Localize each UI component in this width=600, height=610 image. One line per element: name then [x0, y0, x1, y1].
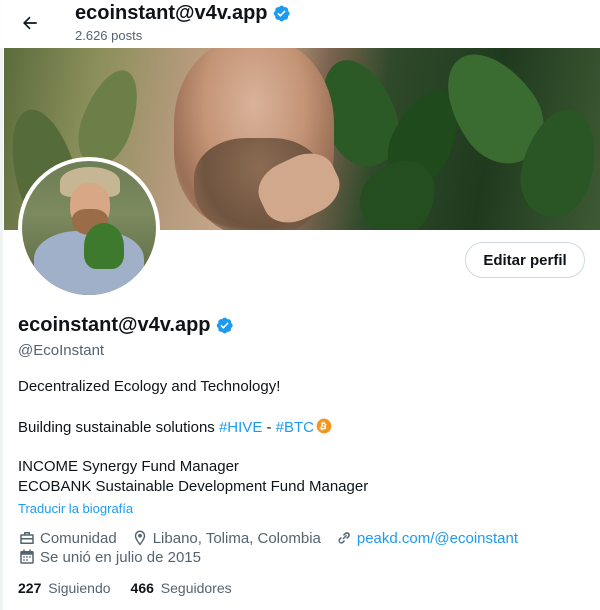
verified-badge-icon	[273, 5, 290, 22]
bio-separator: -	[262, 419, 276, 436]
verified-badge-icon[interactable]	[215, 316, 234, 335]
display-name-row: ecoinstant@v4v.app	[18, 314, 234, 337]
hashtag-hive-link[interactable]: #HIVE	[219, 419, 262, 436]
hashtag-btc-link[interactable]: #BTC	[276, 419, 314, 436]
location-pin-icon	[134, 530, 145, 546]
avatar-image	[22, 161, 156, 295]
website-item: peakd.com/@ecoinstant	[335, 529, 518, 547]
joined-item: Se unió en julio de 2015	[18, 548, 201, 566]
edit-profile-button[interactable]: Editar perfil	[465, 242, 585, 278]
profile-meta-row-2: Se unió en julio de 2015	[18, 548, 215, 566]
bio-line-4: ECOBANK Sustainable Development Fund Man…	[18, 478, 369, 495]
bitcoin-icon	[316, 418, 332, 434]
header-title: ecoinstant@v4v.app	[75, 2, 291, 25]
followers-label: Seguidores	[160, 580, 232, 596]
arrow-left-icon	[23, 16, 37, 30]
header-title-text: ecoinstant@v4v.app	[75, 2, 268, 24]
website-link[interactable]: peakd.com/@ecoinstant	[357, 530, 518, 547]
profile-header-bar: ecoinstant@v4v.app 2.626 posts	[0, 0, 600, 48]
briefcase-icon	[20, 532, 34, 544]
link-icon	[338, 532, 350, 544]
bio-line-3: INCOME Synergy Fund Manager	[18, 458, 239, 475]
left-border	[0, 0, 3, 610]
profile-handle: @EcoInstant	[18, 342, 105, 359]
followers-count: 466	[130, 580, 154, 596]
calendar-icon	[20, 549, 34, 564]
following-link[interactable]: 227 Siguiendo	[18, 580, 111, 596]
follow-stats: 227 Siguiendo 466 Seguidores	[18, 580, 232, 596]
back-button[interactable]	[14, 7, 46, 39]
profile-meta-row: Comunidad Libano, Tolima, Colombia peakd…	[18, 529, 532, 547]
avatar[interactable]	[18, 157, 160, 299]
location-item: Libano, Tolima, Colombia	[131, 529, 321, 547]
category-item: Comunidad	[18, 529, 117, 547]
bio-line-2: Building sustainable solutions #HIVE - #…	[18, 418, 332, 436]
following-count: 227	[18, 580, 42, 596]
bio-line-2-text: Building sustainable solutions	[18, 419, 219, 436]
display-name: ecoinstant@v4v.app	[18, 314, 211, 336]
bio-line-1: Decentralized Ecology and Technology!	[18, 378, 281, 395]
following-label: Siguiendo	[48, 580, 111, 596]
location-label: Libano, Tolima, Colombia	[152, 529, 321, 547]
joined-label: Se unió en julio de 2015	[40, 548, 201, 566]
followers-link[interactable]: 466 Seguidores	[131, 580, 232, 596]
category-label: Comunidad	[40, 529, 117, 547]
post-count: 2.626 posts	[75, 28, 143, 43]
translate-bio-link[interactable]: Traducir la biografía	[18, 501, 133, 516]
